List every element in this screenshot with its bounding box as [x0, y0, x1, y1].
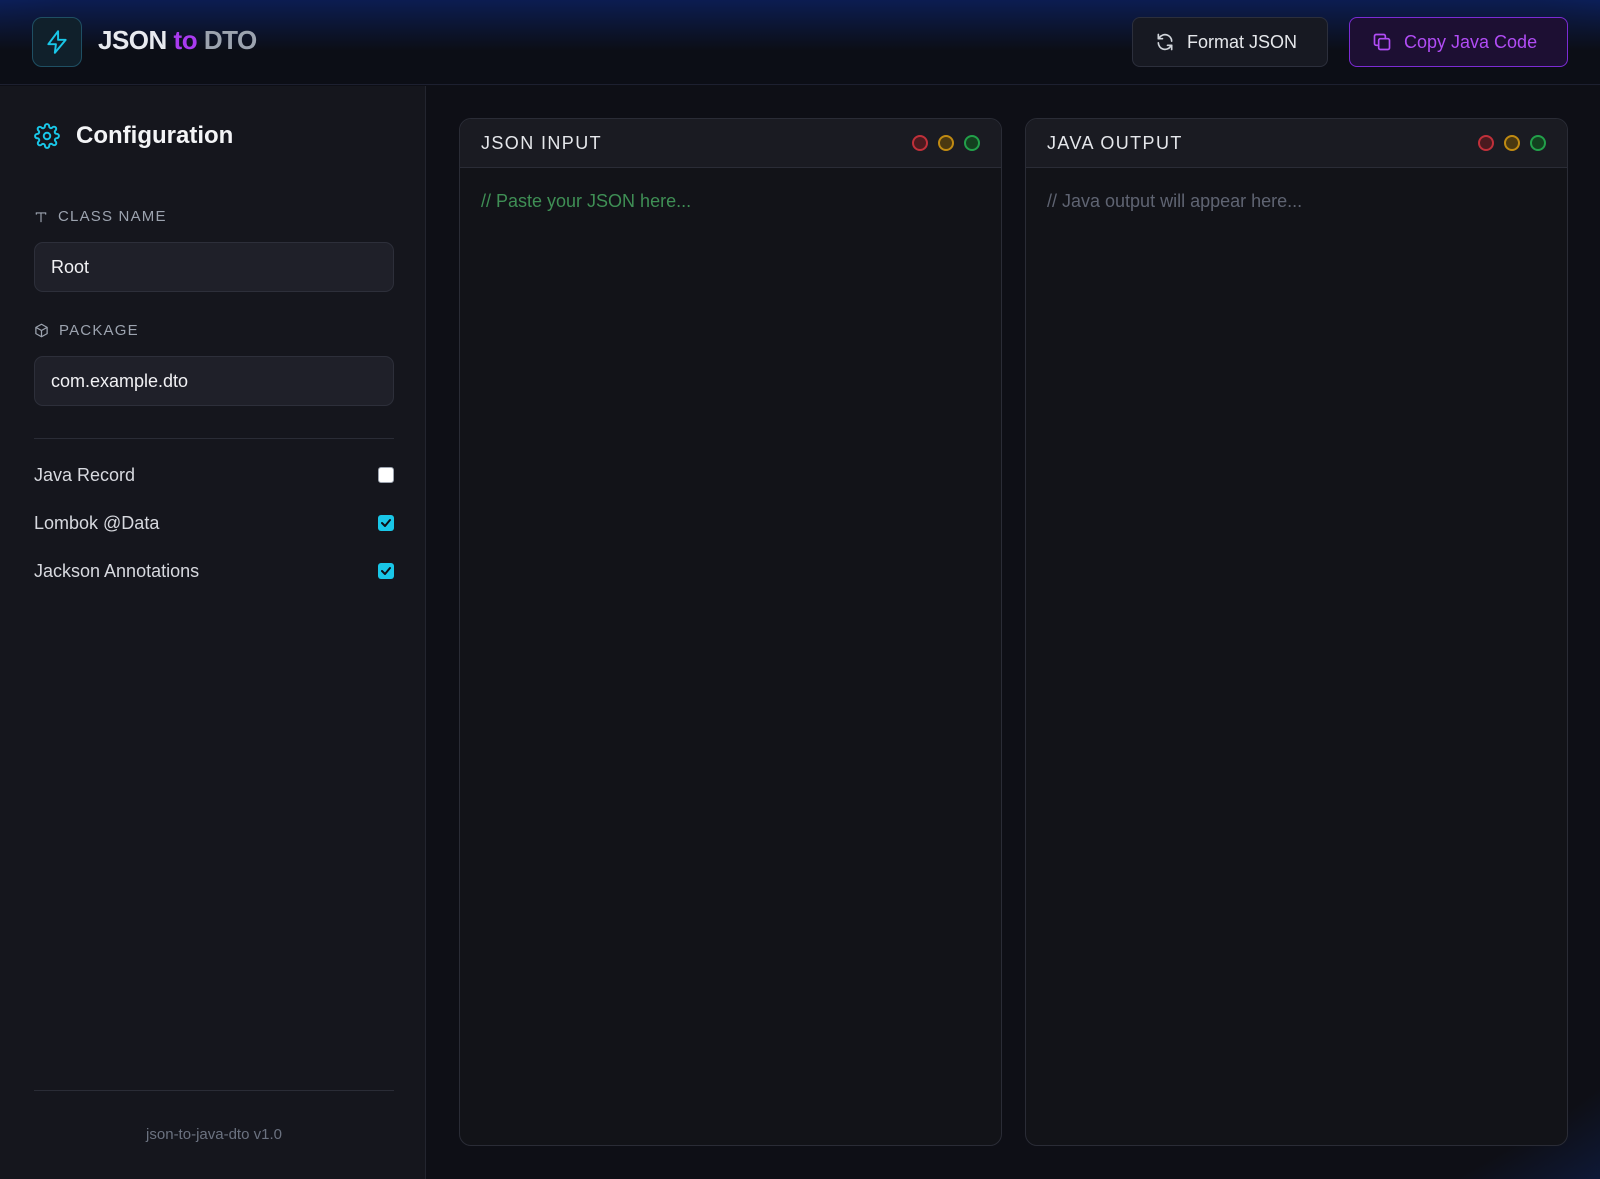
- option-java-record-label: Java Record: [34, 464, 136, 485]
- option-lombok-data[interactable]: Lombok @Data: [34, 511, 394, 535]
- configuration-title: Configuration: [76, 122, 234, 149]
- json-input-placeholder: // Paste your JSON here...: [481, 191, 692, 211]
- package-input[interactable]: com.example.dto: [34, 356, 394, 406]
- app-title: JSON to DTO: [98, 25, 257, 56]
- option-lombok-data-label: Lombok @Data: [34, 512, 160, 533]
- top-bar: JSON to DTO Format JSON Copy Java Code: [0, 0, 1600, 85]
- footer-divider: [34, 1090, 394, 1091]
- package-label: PACKAGE: [34, 322, 139, 339]
- class-name-input[interactable]: Root: [34, 242, 394, 292]
- gear-icon: [34, 123, 60, 149]
- window-dots: [1478, 135, 1546, 151]
- package-value: com.example.dto: [51, 370, 189, 391]
- configuration-sidebar: Configuration CLASS NAME Root PACKAGE co…: [0, 86, 426, 1179]
- java-output-viewer[interactable]: // Java output will appear here...: [1026, 168, 1567, 235]
- option-jackson-annotations[interactable]: Jackson Annotations: [34, 559, 394, 583]
- java-record-checkbox[interactable]: [378, 467, 394, 483]
- class-name-label-text: CLASS NAME: [58, 208, 167, 225]
- yellow-dot-icon: [1504, 135, 1520, 151]
- checkmark-icon: [381, 519, 391, 527]
- app-root: JSON to DTO Format JSON Copy Java Code C…: [0, 0, 1600, 1179]
- copy-icon: [1373, 33, 1391, 51]
- json-input-editor[interactable]: // Paste your JSON here...: [460, 168, 1001, 235]
- package-icon: [35, 323, 48, 338]
- green-dot-icon: [1530, 135, 1546, 151]
- java-output-title: JAVA OUTPUT: [1047, 132, 1183, 153]
- app-title-to: to: [173, 25, 198, 55]
- format-json-label: Format JSON: [1187, 31, 1298, 52]
- app-title-json: JSON: [98, 25, 167, 55]
- option-jackson-annotations-label: Jackson Annotations: [34, 560, 200, 581]
- window-dots: [912, 135, 980, 151]
- refresh-icon: [1157, 33, 1173, 51]
- red-dot-icon: [1478, 135, 1494, 151]
- configuration-header: Configuration: [34, 122, 233, 150]
- json-input-title: JSON INPUT: [481, 132, 603, 153]
- checkmark-icon: [381, 567, 391, 575]
- package-label-text: PACKAGE: [59, 322, 139, 339]
- green-dot-icon: [964, 135, 980, 151]
- logo: [32, 17, 82, 67]
- yellow-dot-icon: [938, 135, 954, 151]
- jackson-annotations-checkbox[interactable]: [378, 563, 394, 579]
- java-output-panel: JAVA OUTPUT // Java output will appear h…: [1025, 118, 1568, 1146]
- class-name-value: Root: [51, 256, 90, 277]
- class-name-label: CLASS NAME: [34, 208, 167, 225]
- text-type-icon: [35, 211, 47, 222]
- java-output-header: JAVA OUTPUT: [1026, 119, 1567, 168]
- version-footer: json-to-java-dto v1.0: [146, 1126, 282, 1143]
- app-title-dto: DTO: [203, 25, 257, 55]
- lightning-icon: [47, 30, 67, 54]
- json-input-panel: JSON INPUT // Paste your JSON here...: [459, 118, 1002, 1146]
- lombok-data-checkbox[interactable]: [378, 515, 394, 531]
- json-input-header: JSON INPUT: [460, 119, 1001, 168]
- options-divider: [34, 438, 394, 439]
- copy-java-code-label: Copy Java Code: [1404, 31, 1538, 52]
- format-json-button[interactable]: Format JSON: [1132, 17, 1328, 67]
- java-output-placeholder: // Java output will appear here...: [1047, 191, 1303, 211]
- option-java-record[interactable]: Java Record: [34, 463, 394, 487]
- copy-java-code-button[interactable]: Copy Java Code: [1349, 17, 1568, 67]
- red-dot-icon: [912, 135, 928, 151]
